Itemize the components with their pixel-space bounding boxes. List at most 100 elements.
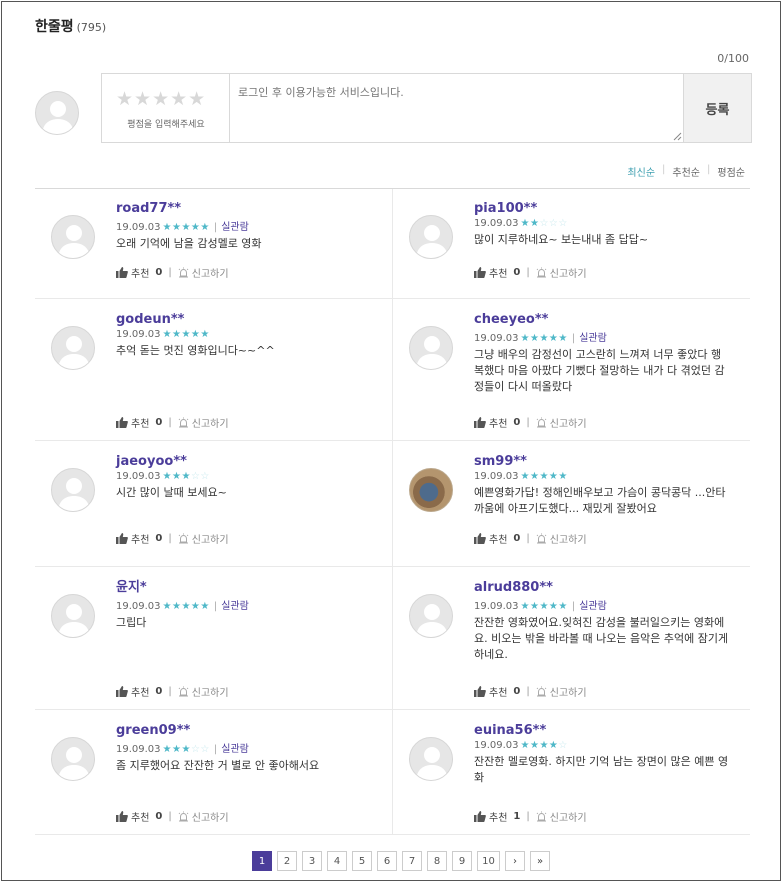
- sort-separator: |: [662, 164, 666, 175]
- review-date: 19.09.03: [116, 601, 161, 612]
- rating-stars[interactable]: ★★★★★: [116, 90, 206, 109]
- review-text: 많이 지루하네요~ 보는내내 좀 답답~: [474, 233, 649, 246]
- review-date: 19.09.03: [474, 601, 519, 612]
- report-label: 신고하기: [549, 419, 587, 430]
- review-date: 19.09.03: [474, 218, 519, 229]
- page-button-7[interactable]: 7: [402, 851, 422, 871]
- report-button[interactable]: 신고하기: [178, 415, 229, 430]
- review-actions: 추천 0 | 신고하기: [116, 265, 229, 280]
- review-item: alrud880** 19.09.03 ★★★★★ | 실관람 잔잔한 영화였어요.잊혀진…: [409, 580, 774, 699]
- report-button[interactable]: 신고하기: [178, 684, 229, 699]
- report-siren-icon: [536, 267, 547, 278]
- page-button-2[interactable]: 2: [277, 851, 297, 871]
- reviewer-name[interactable]: road77**: [116, 201, 416, 217]
- report-siren-icon: [178, 686, 189, 697]
- page-button-1[interactable]: 1: [252, 851, 272, 871]
- review-actions: 추천 0 | 신고하기: [116, 809, 229, 824]
- rating-input[interactable]: ★★★★★ 평점을 입력해주세요: [102, 74, 230, 142]
- review-stars: ★★★☆☆: [162, 744, 210, 755]
- thumbs-up-icon: [116, 267, 128, 278]
- recommend-button[interactable]: 추천 1: [474, 809, 520, 824]
- recommend-count: 0: [155, 267, 163, 278]
- page-button-10[interactable]: 10: [477, 851, 500, 871]
- reviewer-name[interactable]: cheeyeo**: [474, 312, 774, 328]
- review-item: road77** 19.09.03 ★★★★★ | 실관람 오래 기억에 남을 감성멜로 …: [51, 201, 416, 280]
- verified-badge: 실관람: [579, 601, 607, 612]
- reviewer-name[interactable]: euina56**: [474, 723, 774, 739]
- meta-separator: |: [213, 222, 218, 233]
- report-siren-icon: [178, 267, 189, 278]
- recommend-button[interactable]: 추천 0: [116, 415, 162, 430]
- report-button[interactable]: 신고하기: [178, 531, 229, 546]
- report-label: 신고하기: [549, 535, 587, 546]
- reviewer-avatar: [409, 468, 453, 512]
- rating-hint: 평점을 입력해주세요: [127, 120, 205, 130]
- review-item: cheeyeo** 19.09.03 ★★★★★ | 실관람 그냥 배우의 감정선이 고스…: [409, 312, 774, 430]
- recommend-button[interactable]: 추천 0: [474, 684, 520, 699]
- review-actions: 추천 1 | 신고하기: [474, 809, 587, 824]
- report-button[interactable]: 신고하기: [536, 809, 587, 824]
- review-actions: 추천 0 | 신고하기: [116, 531, 229, 546]
- row-divider: [35, 566, 750, 567]
- page-button-3[interactable]: 3: [302, 851, 322, 871]
- page-button-8[interactable]: 8: [427, 851, 447, 871]
- review-item: jaeoyoo** 19.09.03 ★★★☆☆ 시간 많이 날때 보세요~ 추천 0 | 신…: [51, 454, 416, 546]
- recommend-button[interactable]: 추천 0: [116, 265, 162, 280]
- thumbs-up-icon: [116, 533, 128, 544]
- review-text: 시간 많이 날때 보세요~: [116, 486, 227, 499]
- sort-latest[interactable]: 최신순: [627, 164, 655, 179]
- report-label: 신고하기: [549, 813, 587, 824]
- verified-badge: 실관람: [221, 744, 249, 755]
- resize-grip-icon[interactable]: [673, 132, 682, 141]
- page-button-4[interactable]: 4: [327, 851, 347, 871]
- submit-button[interactable]: 등록: [683, 74, 751, 142]
- review-stars: ★★★★★: [520, 471, 568, 482]
- last-page-button[interactable]: »: [530, 851, 550, 871]
- recommend-button[interactable]: 추천 0: [474, 415, 520, 430]
- reviewer-name[interactable]: alrud880**: [474, 580, 774, 596]
- review-stars: ★★★★★: [520, 333, 568, 344]
- page-button-6[interactable]: 6: [377, 851, 397, 871]
- report-button[interactable]: 신고하기: [178, 809, 229, 824]
- reviewer-name[interactable]: green09**: [116, 723, 416, 739]
- page-button-5[interactable]: 5: [352, 851, 372, 871]
- recommend-button[interactable]: 추천 0: [474, 265, 520, 280]
- review-textarea[interactable]: [230, 74, 683, 142]
- sort-options: 최신순 | 추천순 | 평점순: [627, 164, 745, 179]
- reviewer-avatar: [409, 737, 453, 781]
- review-editor: ★★★★★ 평점을 입력해주세요 등록: [101, 73, 752, 143]
- report-button[interactable]: 신고하기: [536, 265, 587, 280]
- recommend-button[interactable]: 추천 0: [474, 531, 520, 546]
- next-page-button[interactable]: ›: [505, 851, 525, 871]
- page-button-9[interactable]: 9: [452, 851, 472, 871]
- recommend-button[interactable]: 추천 0: [116, 531, 162, 546]
- review-meta: 19.09.03 ★★☆☆☆: [474, 218, 774, 229]
- review-date: 19.09.03: [116, 744, 161, 755]
- reviewer-name[interactable]: jaeoyoo**: [116, 454, 416, 470]
- reviewer-name[interactable]: pia100**: [474, 201, 774, 217]
- reviewer-name[interactable]: sm99**: [474, 454, 774, 470]
- sort-rating[interactable]: 평점순: [717, 164, 745, 179]
- review-stars: ★★★★★: [162, 222, 210, 233]
- report-button[interactable]: 신고하기: [536, 684, 587, 699]
- thumbs-up-icon: [116, 417, 128, 428]
- thumbs-up-icon: [474, 686, 486, 697]
- recommend-button[interactable]: 추천 0: [116, 684, 162, 699]
- report-button[interactable]: 신고하기: [536, 531, 587, 546]
- reviewer-name[interactable]: 윤지*: [116, 580, 416, 596]
- recommend-count: 1: [513, 811, 521, 822]
- review-text: 좀 지루했어요 잔잔한 거 별로 안 좋아해서요: [116, 759, 320, 772]
- report-button[interactable]: 신고하기: [178, 265, 229, 280]
- report-button[interactable]: 신고하기: [536, 415, 587, 430]
- sort-recommended[interactable]: 추천순: [672, 164, 700, 179]
- reviewer-name[interactable]: godeun**: [116, 312, 416, 328]
- review-actions: 추천 0 | 신고하기: [474, 531, 587, 546]
- recommend-button[interactable]: 추천 0: [116, 809, 162, 824]
- review-date: 19.09.03: [116, 329, 161, 340]
- action-separator: |: [526, 811, 530, 822]
- recommend-count: 0: [513, 417, 521, 428]
- user-silhouette-icon: [416, 604, 448, 637]
- meta-separator: |: [213, 601, 218, 612]
- review-meta: 19.09.03 ★★★☆☆: [116, 471, 416, 482]
- reviewer-avatar: [51, 594, 95, 638]
